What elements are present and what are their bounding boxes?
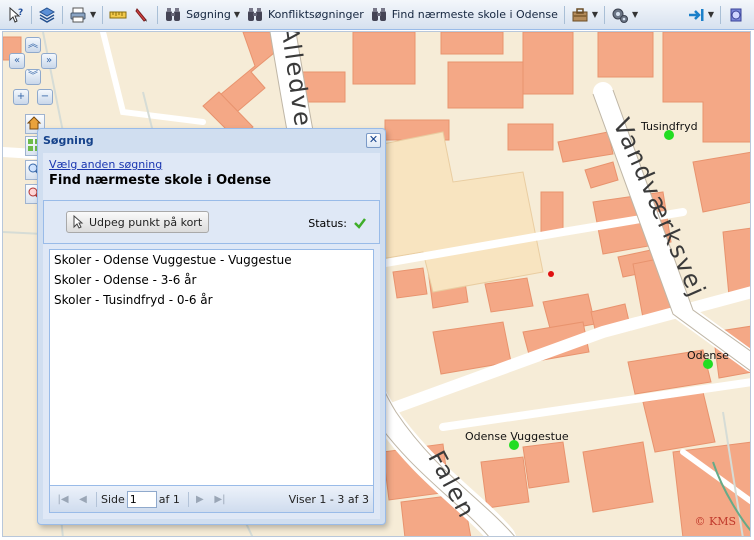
pan-down-button[interactable]: ︾: [25, 69, 41, 85]
arrow-right-icon: [687, 6, 705, 24]
pan-left-button[interactable]: «: [9, 53, 25, 69]
toolbar-separator: [102, 5, 104, 24]
chevron-down-icon: ▼: [591, 10, 599, 19]
info-button[interactable]: [724, 3, 748, 27]
search-menu-label: Søgning: [186, 8, 231, 21]
measure-button[interactable]: [106, 3, 130, 27]
pick-point-panel: Udpeg punkt på kort Status:: [43, 200, 380, 244]
search-dialog: Søgning ✕ Vælg anden søgning Find nærmes…: [37, 128, 386, 525]
toolbar: ? ▼ Søgning ▼ Konfliktsøgninger Find nær…: [0, 0, 754, 30]
chevron-down-icon: ▼: [233, 10, 240, 19]
chevron-down-icon: ▼: [632, 10, 639, 19]
chevron-down-icon: ▼: [707, 10, 714, 19]
list-item[interactable]: Skoler - Odense Vuggestue - Vuggestue: [50, 250, 373, 270]
selected-point-marker: [548, 271, 554, 277]
ruler-icon: [109, 6, 127, 24]
page-number-input[interactable]: [126, 490, 157, 508]
pan-up-button[interactable]: ︽: [25, 37, 41, 53]
pencil-icon: [133, 6, 151, 24]
dialog-body: Vælg anden søgning Find nærmeste skole i…: [43, 153, 380, 519]
cursor-icon: [73, 215, 84, 229]
pick-point-label: Udpeg punkt på kort: [89, 215, 203, 229]
pan-right-button[interactable]: »: [41, 53, 57, 69]
choose-other-search-link[interactable]: Vælg anden søgning: [49, 158, 162, 171]
binoculars-icon: [164, 6, 182, 24]
draw-button[interactable]: [130, 3, 154, 27]
toolbar-separator: [62, 5, 63, 24]
help-globe-icon: [727, 6, 745, 24]
pager-separator: [96, 491, 97, 507]
list-item[interactable]: Skoler - Odense - 3-6 år: [50, 270, 373, 290]
toolbox-button[interactable]: ▼: [568, 3, 601, 27]
poi-label-odense: Odense: [687, 349, 729, 362]
poi-label-tusindfryd: Tusindfryd: [641, 120, 698, 133]
login-button[interactable]: ▼: [684, 3, 717, 27]
settings-button[interactable]: ▼: [608, 3, 641, 27]
conflict-search-label: Konfliktsøgninger: [268, 8, 364, 21]
toolbar-separator: [31, 5, 32, 24]
help-button[interactable]: ?: [4, 3, 28, 27]
copyright-label: © KMS: [694, 515, 736, 528]
close-icon: ✕: [368, 132, 379, 146]
svg-text:?: ?: [18, 8, 23, 18]
toolbar-separator: [563, 5, 565, 24]
paging-toolbar: |◀ ◀ Side af 1 ▶ ▶| Viser 1 - 3 af 3: [49, 486, 374, 513]
pick-point-button[interactable]: Udpeg punkt på kort: [66, 211, 210, 233]
dialog-header[interactable]: Søgning ✕: [38, 129, 385, 151]
conflict-search-button[interactable]: Konfliktsøgninger: [243, 3, 367, 27]
prev-page-icon[interactable]: ◀: [76, 492, 90, 506]
toolbar-separator: [604, 5, 606, 24]
close-button[interactable]: ✕: [366, 132, 381, 148]
dialog-title: Søgning: [43, 133, 94, 147]
status-area: Status:: [308, 216, 367, 230]
toolbox-icon: [571, 6, 589, 24]
list-item[interactable]: Skoler - Tusindfryd - 0-6 år: [50, 290, 373, 310]
nearest-school-button[interactable]: Find nærmeste skole i Odense: [367, 3, 561, 27]
toolbar-separator: [720, 5, 721, 24]
zoom-in-button[interactable]: +: [13, 89, 29, 105]
toolbar-separator: [157, 5, 159, 24]
checkmark-icon: [354, 218, 366, 229]
chevron-down-icon: ▼: [90, 10, 97, 19]
layers-icon: [38, 6, 56, 24]
help-cursor-icon: ?: [7, 6, 25, 24]
layers-button[interactable]: [35, 3, 59, 27]
nearest-school-label: Find nærmeste skole i Odense: [391, 8, 558, 21]
pager-separator: [187, 491, 189, 507]
page-of-label: af 1: [158, 492, 180, 506]
next-page-icon[interactable]: ▶: [193, 492, 207, 506]
status-label: Status:: [308, 216, 347, 230]
binoculars-icon: [246, 6, 264, 24]
results-list: Skoler - Odense Vuggestue - Vuggestue Sk…: [49, 249, 374, 486]
search-heading: Find nærmeste skole i Odense: [49, 173, 272, 188]
zoom-out-button[interactable]: −: [37, 89, 53, 105]
poi-label-odense-vuggestue: Odense Vuggestue: [465, 430, 569, 443]
page-label: Side: [101, 492, 125, 506]
pager-info: Viser 1 - 3 af 3: [288, 492, 369, 506]
search-menu-button[interactable]: Søgning ▼: [161, 3, 243, 27]
printer-icon: [69, 6, 87, 24]
binoculars-icon: [370, 6, 388, 24]
first-page-icon[interactable]: |◀: [56, 492, 70, 506]
gears-icon: [611, 6, 629, 24]
last-page-icon[interactable]: ▶|: [213, 492, 227, 506]
print-button[interactable]: ▼: [66, 3, 99, 27]
